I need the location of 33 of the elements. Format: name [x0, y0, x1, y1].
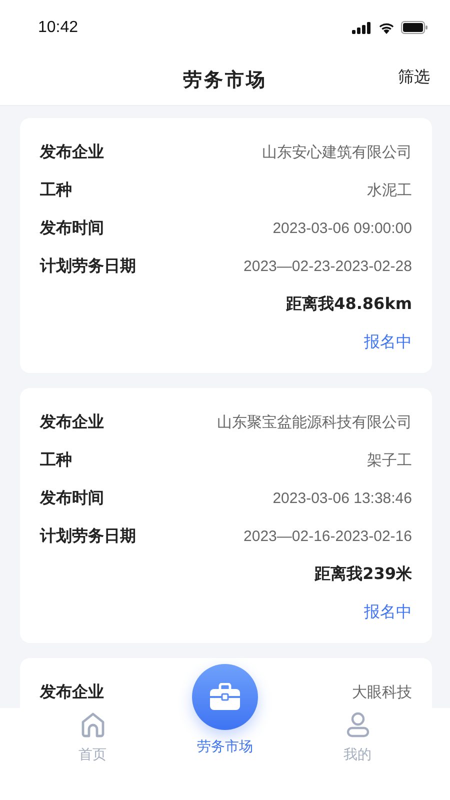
field-label: 工种 — [40, 180, 72, 200]
field-label: 计划劳务日期 — [40, 526, 136, 546]
status-text: 报名中 — [363, 331, 412, 353]
wifi-icon — [378, 22, 395, 34]
field-label: 计划劳务日期 — [40, 256, 136, 276]
field-value: 大眼科技 — [352, 682, 412, 702]
field-value: 架子工 — [367, 450, 412, 470]
field-label: 发布企业 — [40, 412, 104, 432]
status-text: 报名中 — [363, 601, 412, 623]
distance-text: 距离我239米 — [314, 563, 412, 585]
job-card[interactable]: 发布企业 山东聚宝盆能源科技有限公司 工种 架子工 发布时间 2023-03-06 13:38:46 计划劳务日期 2023—02-16-2023-02-16 距离我239米 报名中 — [20, 388, 432, 643]
field-value: 2023-03-06 09:00:00 — [272, 220, 412, 236]
battery-icon — [401, 21, 428, 34]
home-icon — [80, 712, 104, 738]
filter-button[interactable]: 筛选 — [398, 67, 430, 88]
status-time: 10:42 — [38, 18, 78, 36]
field-label: 发布企业 — [40, 682, 104, 702]
signal-icon — [352, 22, 372, 34]
field-value: 2023—02-16-2023-02-16 — [244, 528, 412, 544]
field-value: 2023—02-23-2023-02-28 — [244, 258, 412, 274]
distance-text: 距离我48.86km — [285, 293, 412, 315]
field-label: 发布时间 — [40, 488, 104, 508]
page-title: 劳务市场 — [183, 68, 267, 93]
person-icon — [346, 712, 370, 738]
field-value: 山东安心建筑有限公司 — [262, 142, 412, 162]
job-card[interactable]: 发布企业 山东安心建筑有限公司 工种 水泥工 发布时间 2023-03-06 09:00:00 计划劳务日期 2023—02-23-2023-02-28 距离我48.86km 报名中 — [20, 118, 432, 373]
field-label: 发布时间 — [40, 218, 104, 238]
field-value: 2023-03-06 13:38:46 — [272, 490, 412, 506]
field-value: 山东聚宝盆能源科技有限公司 — [217, 412, 412, 432]
field-value: 水泥工 — [367, 180, 412, 200]
field-label: 工种 — [40, 450, 72, 470]
toolbox-icon — [209, 683, 241, 711]
field-label: 发布企业 — [40, 142, 104, 162]
